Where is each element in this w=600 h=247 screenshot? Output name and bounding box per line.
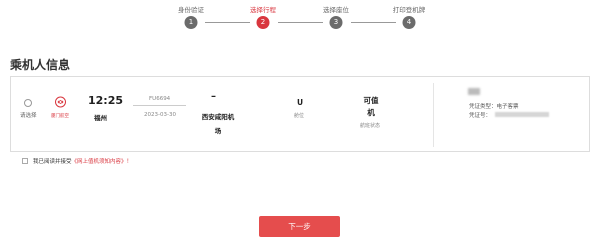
card-divider [433,83,434,147]
step-circle-3: 3 [329,16,343,29]
doc-number-label: 凭证号： [469,113,492,119]
status-label: 航班状态 [360,123,381,129]
route-divider [133,105,186,106]
progress-stepper: 身份验证 选择行程 选择座位 打印登机牌 1 2 3 4 [0,4,600,32]
departure-city: 福州 [94,114,107,122]
airline-logo-icon [55,96,66,108]
step-connector [278,22,323,23]
doc-type: 凭证类型：电子客票 [469,102,519,110]
departure-time: 12:25 [88,94,124,107]
doc-type-label: 凭证类型： [469,104,497,110]
step-circle-1: 1 [184,16,198,29]
check-in-status: 可值 机 [360,95,382,119]
page-title: 乘机人信息 [10,58,71,72]
step-label-seat: 选择座位 [323,6,349,14]
next-step-button[interactable]: 下一步 [259,216,340,237]
cabin-class: U [297,98,304,107]
step-label-boarding-pass: 打印登机牌 [392,6,426,14]
arrival-time: – [211,91,216,102]
doc-number-redacted [495,112,549,117]
step-circle-2: 2 [256,16,270,29]
status-line2: 机 [367,108,375,117]
step-connector [351,22,396,23]
flight-date: 2023-03-30 [144,112,176,118]
select-flight-label: 请选择 [20,113,37,119]
agreement-text: 我已阅读并接受《网上值机须知内容》！ [33,157,132,165]
cabin-label: 舱位 [294,113,305,119]
flight-number: FU6694 [149,96,171,102]
arrival-city-line2: 场 [214,127,222,135]
agreement-suffix: ！ [126,159,133,165]
airline-name: 厦门航空 [51,114,69,119]
status-line1: 可值 [363,96,379,105]
agreement-prefix: 我已阅读并接受 [33,159,72,165]
arrival-city: 西安咸阳机 场 [201,110,235,138]
doc-type-value: 电子客票 [496,104,519,110]
passenger-name-redacted [468,88,480,95]
step-label-itinerary: 选择行程 [250,6,276,14]
step-label-identity: 身份验证 [178,6,204,14]
step-circle-4: 4 [402,16,416,29]
select-flight-radio[interactable] [24,99,32,107]
flight-card: 请选择 厦门航空 12:25 福州 FU6694 2023-03-30 – 西安… [10,76,590,152]
agreement-link[interactable]: 《网上值机须知内容》 [72,159,127,165]
agreement-checkbox[interactable] [22,158,28,164]
arrival-city-line1: 西安咸阳机 [201,113,235,121]
step-connector [205,22,250,23]
